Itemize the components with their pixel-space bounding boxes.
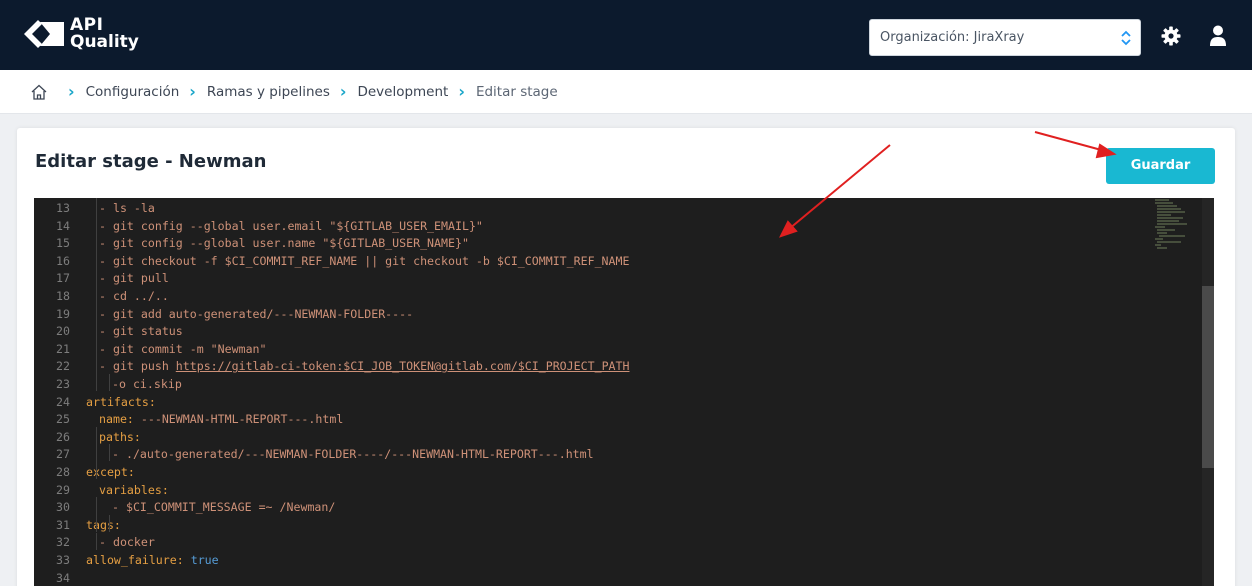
line-code: tags:: [86, 517, 121, 532]
breadcrumb-item-configuracion[interactable]: Configuración: [86, 84, 180, 100]
home-icon[interactable]: [30, 83, 48, 101]
line-code: -o ci.skip: [112, 377, 182, 391]
code-editor[interactable]: 13 - ls -la 14 - git config --global user.e…: [34, 198, 1214, 586]
line-code: - git commit -m "Newman": [99, 341, 267, 356]
editor-scrollbar-thumb[interactable]: [1202, 286, 1214, 468]
line-number: 21: [56, 341, 70, 356]
line-number: 24: [56, 394, 70, 409]
line-code: - git add auto-generated/---NEWMAN-FOLDE…: [99, 306, 414, 321]
editor-line[interactable]: 29 variables:: [34, 482, 1114, 500]
line-number: 28: [56, 465, 70, 479]
line-number: 22: [56, 359, 70, 374]
editor-line[interactable]: 15 - git config --global user.name "${GIT…: [34, 235, 1114, 253]
editor-line[interactable]: 23 -o ci.skip: [34, 376, 1114, 394]
app-logo[interactable]: API Quality: [22, 14, 139, 54]
editor-line[interactable]: 21 - git commit -m "Newman": [34, 341, 1114, 359]
line-number: 31: [56, 517, 70, 532]
line-code: except:: [86, 465, 135, 479]
line-code: - git status: [99, 324, 183, 339]
line-number: 19: [56, 306, 70, 321]
editor-line[interactable]: 17 - git pull: [34, 270, 1114, 288]
editor-minimap[interactable]: [1111, 198, 1191, 258]
up-down-arrows-icon: [1121, 30, 1131, 46]
editor-line[interactable]: 18 - cd ../..: [34, 288, 1114, 306]
editor-line[interactable]: 14 - git config --global user.email "${GI…: [34, 218, 1114, 236]
line-number: 15: [56, 236, 70, 251]
line-number: 16: [56, 253, 70, 268]
line-number: 17: [56, 271, 70, 286]
line-code: - docker: [99, 535, 155, 550]
indent-guide: [96, 497, 97, 532]
editor-line[interactable]: 26 paths:: [34, 429, 1114, 447]
user-icon[interactable]: [1209, 25, 1227, 47]
indent-guide: [96, 427, 97, 479]
indent-guide: [96, 533, 97, 550]
line-number: 26: [56, 429, 70, 444]
editor-line[interactable]: 31 tags:: [34, 517, 1114, 535]
line-code: - git config --global user.email "${GITL…: [99, 218, 483, 233]
indent-guide: [109, 374, 110, 391]
line-code: allow_failure: true: [86, 553, 219, 567]
gear-icon[interactable]: [1161, 26, 1181, 46]
editor-line[interactable]: 33 allow_failure: true: [34, 552, 1114, 570]
chevron-right-icon: ›: [339, 82, 347, 101]
breadcrumb-item-current: Editar stage: [475, 83, 558, 100]
breadcrumb: › Configuración › Ramas y pipelines › De…: [0, 70, 1252, 114]
chevron-right-icon: ›: [189, 82, 196, 101]
line-code: variables:: [99, 482, 169, 497]
breadcrumb-item-development[interactable]: Development: [357, 84, 448, 100]
line-number: 14: [56, 218, 70, 233]
line-code: - git checkout -f $CI_COMMIT_REF_NAME ||…: [99, 253, 630, 268]
indent-guide: [109, 444, 110, 461]
editor-line[interactable]: 22 - git push https://gitlab-ci-token:$CI…: [34, 358, 1114, 376]
logo-line2: Quality: [70, 32, 139, 52]
line-code: - cd ../..: [99, 289, 169, 303]
line-number: 23: [56, 377, 70, 391]
line-number: 18: [56, 289, 70, 303]
chevron-right-icon: ›: [68, 82, 75, 101]
edit-stage-card: Editar stage - Newman Guardar 13 - ls -la…: [17, 128, 1235, 586]
editor-line[interactable]: 25 name: ---NEWMAN-HTML-REPORT---.html: [34, 411, 1114, 429]
logo-text: API Quality: [70, 17, 139, 51]
editor-line[interactable]: 19 - git add auto-generated/---NEWMAN-FOL…: [34, 306, 1114, 324]
line-number: 20: [56, 324, 70, 339]
line-number: 27: [56, 447, 70, 462]
organization-select-value: Organización: JiraXray: [880, 30, 1025, 45]
organization-select[interactable]: Organización: JiraXray: [869, 19, 1141, 56]
line-code: - git config --global user.name "${GITLA…: [99, 236, 469, 251]
editor-line[interactable]: 16 - git checkout -f $CI_COMMIT_REF_NAME …: [34, 253, 1114, 271]
logo-mark-icon: [24, 20, 64, 48]
line-code: - git push https://gitlab-ci-token:$CI_J…: [99, 359, 630, 374]
indent-guide: [109, 515, 110, 532]
chevron-right-icon: ›: [458, 82, 465, 101]
line-number: 25: [56, 412, 70, 427]
line-number: 32: [56, 535, 70, 550]
save-button[interactable]: Guardar: [1106, 148, 1215, 184]
line-code: - ls -la: [99, 201, 155, 215]
line-code: name: ---NEWMAN-HTML-REPORT---.html: [99, 412, 344, 427]
top-navbar: API Quality Organización: JiraXray: [0, 0, 1252, 70]
editor-line[interactable]: 13 - ls -la: [34, 200, 1114, 218]
line-number: 30: [56, 500, 70, 515]
line-code: artifacts:: [86, 394, 156, 409]
page-title: Editar stage - Newman: [35, 151, 267, 172]
line-number: 34: [56, 570, 70, 585]
editor-line[interactable]: 28 except:: [34, 464, 1114, 482]
line-number: 29: [56, 482, 70, 497]
editor-line[interactable]: 30 - $CI_COMMIT_MESSAGE =~ /Newman/: [34, 499, 1114, 517]
editor-line[interactable]: 27 - ./auto-generated/---NEWMAN-FOLDER---…: [34, 446, 1114, 464]
editor-line[interactable]: 34: [34, 570, 1114, 586]
editor-line[interactable]: 20 - git status: [34, 323, 1114, 341]
line-code: - git pull: [99, 271, 169, 286]
line-number: 13: [56, 201, 70, 215]
line-code: - $CI_COMMIT_MESSAGE =~ /Newman/: [112, 500, 336, 515]
line-code: paths:: [99, 429, 141, 444]
editor-line[interactable]: 32 - docker: [34, 534, 1114, 552]
editor-line[interactable]: 24 artifacts:: [34, 394, 1114, 412]
indent-guide: [96, 198, 97, 391]
line-code: - ./auto-generated/---NEWMAN-FOLDER----/…: [112, 447, 594, 462]
breadcrumb-item-ramas-pipelines[interactable]: Ramas y pipelines: [207, 84, 330, 100]
line-number: 33: [56, 553, 70, 567]
